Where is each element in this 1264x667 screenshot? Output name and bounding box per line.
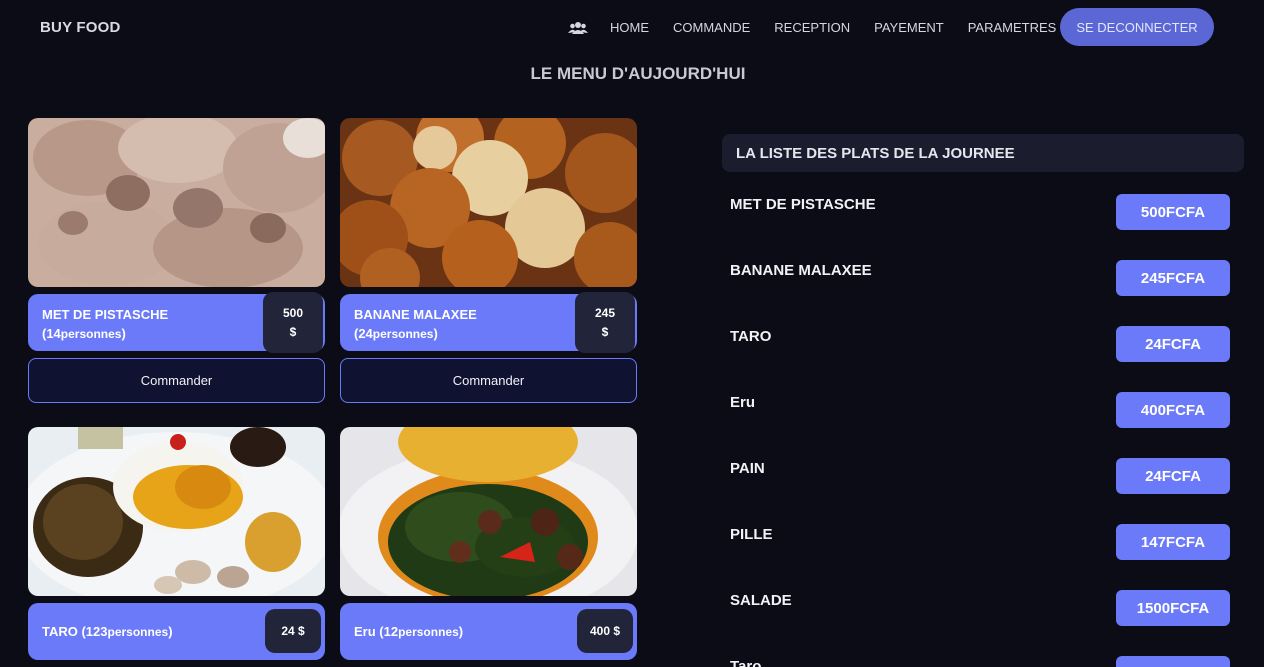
nav-link-reception[interactable]: RECEPTION xyxy=(774,20,850,35)
list-item-name: Eru xyxy=(730,394,756,411)
nav-link-home[interactable]: HOME xyxy=(610,20,649,35)
list-item-price: 147FCFA xyxy=(1116,524,1230,560)
list-item-price: 24FCFA xyxy=(1116,326,1230,362)
list-item: MET DE PISTASCHE 500FCFA xyxy=(722,194,1244,234)
list-item-name: MET DE PISTASCHE xyxy=(730,196,876,213)
dish-title: Eru (12personnes) xyxy=(354,624,464,639)
list-item: BANANE MALAXEE 245FCFA xyxy=(722,260,1244,300)
list-item-name: TARO xyxy=(730,328,772,345)
dish-title: BANANE MALAXEE (24personnes) xyxy=(354,305,477,344)
nav-links: HOME COMMANDE RECEPTION PAYEMENT PARAMET… xyxy=(568,20,1080,35)
list-item: TARO 24FCFA xyxy=(722,326,1244,366)
order-button[interactable]: Commander xyxy=(340,358,637,403)
users-icon[interactable] xyxy=(568,21,588,35)
list-item-name: Taro xyxy=(730,658,762,667)
dish-info-bar: MET DE PISTASCHE (14personnes) 500 $ xyxy=(28,292,325,353)
dish-title: TARO (123personnes) xyxy=(42,624,173,639)
dish-info-bar: BANANE MALAXEE (24personnes) 245 $ xyxy=(340,292,637,353)
dish-name: MET DE PISTASCHE xyxy=(42,307,169,322)
menu-card: Eru (12personnes) 400 $ xyxy=(340,427,637,660)
nav-link-parametres[interactable]: PARAMETRES xyxy=(968,20,1057,35)
list-item: SALADE 1500FCFA xyxy=(722,590,1244,630)
navbar: BUY FOOD HOME COMMANDE RECEPTION PAYEMEN… xyxy=(0,0,1264,56)
dish-name: BANANE MALAXEE xyxy=(354,307,477,322)
dish-title: MET DE PISTASCHE (14personnes) xyxy=(42,305,168,344)
list-item-name: PAIN xyxy=(730,460,765,477)
list-item: Eru 400FCFA xyxy=(722,392,1244,432)
dish-price: 245 $ xyxy=(575,292,635,353)
list-item: PILLE 147FCFA xyxy=(722,524,1244,564)
menu-card: TARO (123personnes) 24 $ xyxy=(28,427,325,660)
dish-image xyxy=(28,118,325,287)
list-item-name: BANANE MALAXEE xyxy=(730,262,872,279)
daily-dishes-panel: LA LISTE DES PLATS DE LA JOURNEE MET DE … xyxy=(722,134,1244,667)
brand-logo[interactable]: BUY FOOD xyxy=(40,19,121,36)
list-item-price xyxy=(1116,656,1230,667)
list-item-price: 400FCFA xyxy=(1116,392,1230,428)
dish-persons: (14personnes) xyxy=(42,326,126,341)
dish-image xyxy=(340,427,637,596)
list-item-price: 24FCFA xyxy=(1116,458,1230,494)
page-title: LE MENU D'AUJOURD'HUI xyxy=(530,64,746,83)
menu-card: MET DE PISTASCHE (14personnes) 500 $ Comm… xyxy=(28,118,325,403)
dish-price: 500 $ xyxy=(263,292,323,353)
list-item: Taro xyxy=(722,656,1244,667)
order-button[interactable]: Commander xyxy=(28,358,325,403)
nav-link-payement[interactable]: PAYEMENT xyxy=(874,20,944,35)
list-item: PAIN 24FCFA xyxy=(722,458,1244,498)
list-item-price: 1500FCFA xyxy=(1116,590,1230,626)
dish-price: 24 $ xyxy=(265,609,321,653)
list-item-name: PILLE xyxy=(730,526,773,543)
dish-price: 400 $ xyxy=(577,609,633,653)
nav-link-commande[interactable]: COMMANDE xyxy=(673,20,750,35)
logout-button[interactable]: SE DECONNECTER xyxy=(1060,8,1214,46)
list-item-price: 245FCFA xyxy=(1116,260,1230,296)
list-item-price: 500FCFA xyxy=(1116,194,1230,230)
menu-card: BANANE MALAXEE (24personnes) 245 $ Comman… xyxy=(340,118,637,403)
dish-image xyxy=(28,427,325,596)
dish-info-bar: Eru (12personnes) 400 $ xyxy=(340,603,637,660)
list-header: LA LISTE DES PLATS DE LA JOURNEE xyxy=(722,134,1244,172)
dish-image xyxy=(340,118,637,287)
list-item-name: SALADE xyxy=(730,592,792,609)
dish-persons: (24personnes) xyxy=(354,326,438,341)
dish-info-bar: TARO (123personnes) 24 $ xyxy=(28,603,325,660)
